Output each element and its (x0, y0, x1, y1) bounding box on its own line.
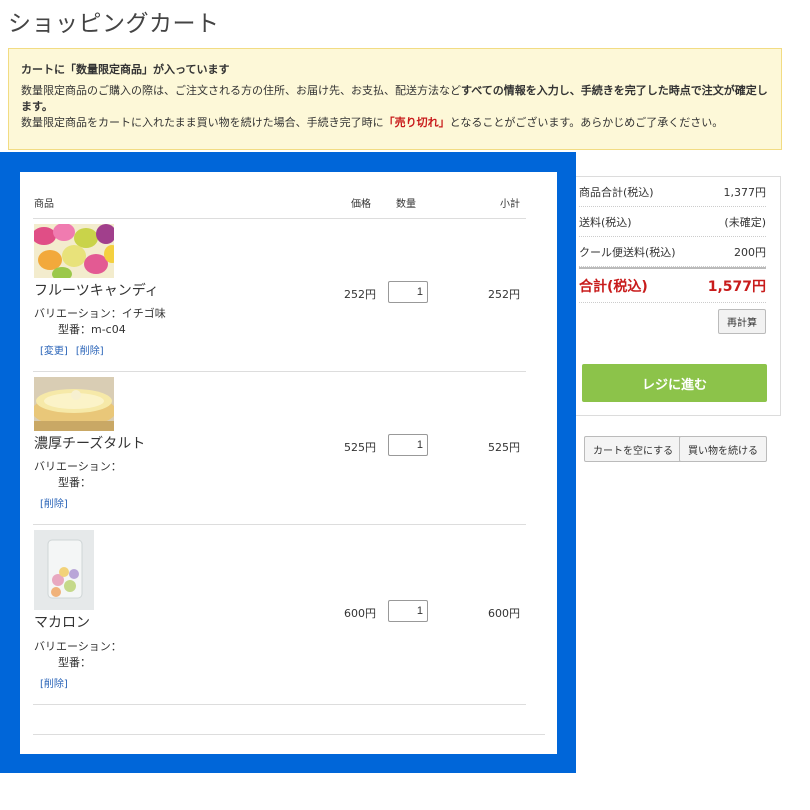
continue-shopping-button[interactable]: 買い物を続ける (679, 436, 767, 462)
header-price: 価格 (351, 199, 371, 210)
total-label: 合計(税込) (579, 278, 648, 295)
cart-items-panel: 商品 価格 数量 小計 フルーツキャンディ バリエーション：イチゴ味 型番：m-… (20, 172, 557, 754)
sold-out-warning: 「売り切れ」 (383, 116, 450, 129)
variation-label: バリエーション： (34, 640, 122, 653)
product-variation: バリエーション： (34, 638, 122, 654)
product-sku: 型番： (34, 474, 91, 490)
notice-line-1-a: 数量限定商品のご購入の際は、ご注文される方の住所、お届け先、お支払、配送方法など (21, 84, 461, 97)
page-title: ショッピングカート (8, 11, 220, 37)
header-quantity: 数量 (396, 199, 416, 210)
sku-label: 型番： (58, 476, 91, 489)
quantity-input[interactable] (388, 281, 428, 303)
notice-title: カートに「数量限定商品」が入っています (21, 63, 230, 76)
item-price: 252円 (344, 288, 376, 301)
sku-value: m-c04 (91, 323, 126, 336)
notice-line-2-a: 数量限定商品をカートに入れたまま買い物を続けた場合、手続き完了時に (21, 116, 384, 129)
macaron-image[interactable] (34, 530, 94, 610)
item-actions: [削除] (40, 675, 76, 690)
cheese-tart-image[interactable] (34, 377, 114, 431)
item-actions: [変更] [削除] (40, 342, 112, 357)
notice-line-2-b: となることがございます。あらかじめご了承ください。 (449, 116, 724, 129)
summary-value: (未確定) (724, 215, 766, 229)
recalculate-button[interactable]: 再計算 (718, 309, 766, 334)
variation-value: イチゴ味 (121, 307, 166, 320)
product-sku: 型番：m-c04 (34, 321, 126, 337)
sku-label: 型番： (58, 656, 91, 669)
summary-value: 200円 (734, 245, 766, 259)
summary-row-items: 商品合計(税込) 1,377円 (579, 177, 766, 207)
item-subtotal: 252円 (488, 288, 520, 301)
header-product: 商品 (34, 199, 54, 210)
cart-item-row: マカロン バリエーション： 型番： [削除] 600円 600円 (33, 525, 526, 705)
product-name[interactable]: 濃厚チーズタルト (34, 433, 145, 453)
limited-item-notice: カートに「数量限定商品」が入っています 数量限定商品のご購入の際は、ご注文される… (8, 48, 782, 150)
summary-row-total: 合計(税込) 1,577円 (579, 267, 766, 303)
empty-cart-button[interactable]: カートを空にする (584, 436, 683, 462)
quantity-input[interactable] (388, 434, 428, 456)
summary-value: 1,377円 (723, 185, 767, 199)
product-variation: バリエーション：イチゴ味 (34, 305, 166, 321)
change-link[interactable]: [変更] (40, 346, 68, 357)
checkout-button[interactable]: レジに進む (582, 364, 767, 402)
quantity-input[interactable] (388, 600, 428, 622)
item-subtotal: 525円 (488, 441, 520, 454)
product-name[interactable]: マカロン (34, 612, 90, 632)
delete-link[interactable]: [削除] (76, 346, 104, 357)
cart-item-row: フルーツキャンディ バリエーション：イチゴ味 型番：m-c04 [変更] [削除]… (33, 219, 526, 372)
cart-highlight-frame: 商品 価格 数量 小計 フルーツキャンディ バリエーション：イチゴ味 型番：m-… (0, 152, 576, 773)
cart-bottom-divider (33, 734, 545, 735)
total-value: 1,577円 (707, 278, 766, 295)
product-name[interactable]: フルーツキャンディ (34, 280, 159, 300)
product-sku: 型番： (34, 654, 91, 670)
notice-line-1: 数量限定商品のご購入の際は、ご注文される方の住所、お届け先、お支払、配送方法など… (21, 83, 769, 115)
cart-item-row: 濃厚チーズタルト バリエーション： 型番： [削除] 525円 525円 (33, 372, 526, 525)
summary-label: 送料(税込) (579, 215, 632, 229)
item-subtotal: 600円 (488, 607, 520, 620)
delete-link[interactable]: [削除] (40, 679, 68, 690)
summary-label: クール便送料(税込) (579, 245, 676, 259)
product-variation: バリエーション： (34, 458, 122, 474)
delete-link[interactable]: [削除] (40, 499, 68, 510)
summary-row-shipping: 送料(税込) (未確定) (579, 207, 766, 237)
cart-table-header: 商品 価格 数量 小計 (33, 195, 526, 219)
sku-label: 型番： (58, 323, 91, 336)
variation-label: バリエーション： (34, 307, 122, 320)
summary-row-cool-shipping: クール便送料(税込) 200円 (579, 237, 766, 267)
header-subtotal: 小計 (500, 199, 520, 210)
variation-label: バリエーション： (34, 460, 122, 473)
notice-line-2: 数量限定商品をカートに入れたまま買い物を続けた場合、手続き完了時に「売り切れ」と… (21, 115, 769, 131)
item-price: 600円 (344, 607, 376, 620)
fruit-candy-image[interactable] (34, 224, 114, 278)
summary-label: 商品合計(税込) (579, 185, 654, 199)
item-actions: [削除] (40, 495, 76, 510)
item-price: 525円 (344, 441, 376, 454)
